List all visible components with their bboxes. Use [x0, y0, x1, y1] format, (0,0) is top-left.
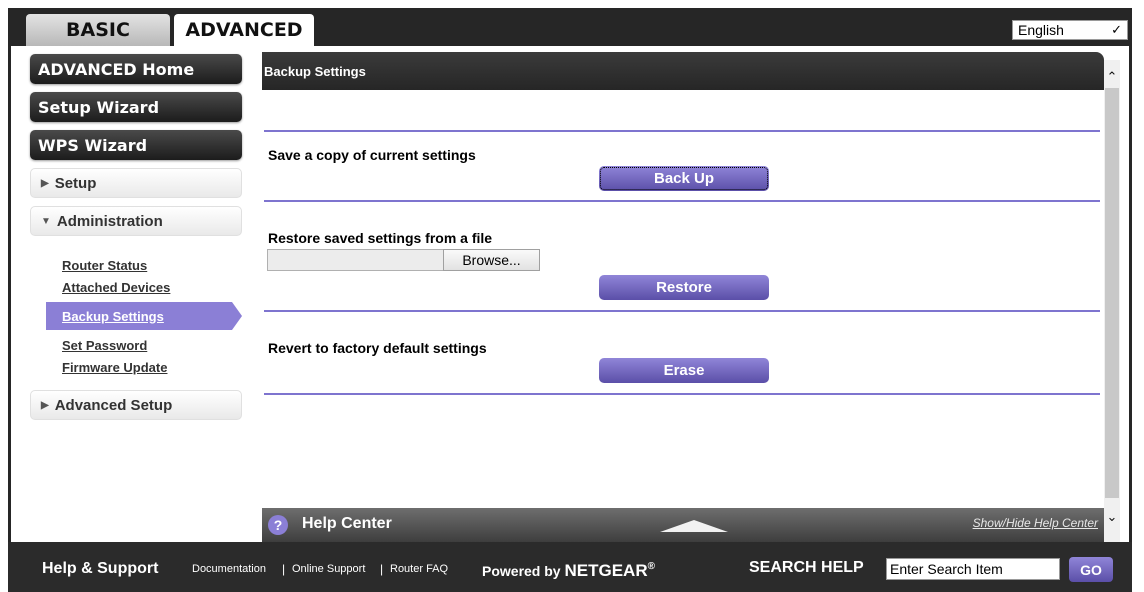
- erase-button[interactable]: Erase: [599, 358, 769, 383]
- restore-button[interactable]: Restore: [599, 275, 769, 300]
- sidebar-item-setup-wizard[interactable]: Setup Wizard: [30, 92, 242, 122]
- section-divider: [264, 310, 1100, 312]
- powered-by: Powered by NETGEAR®: [482, 561, 655, 581]
- sidebar-item-advanced-home[interactable]: ADVANCED Home: [30, 54, 242, 84]
- help-icon[interactable]: ?: [268, 515, 288, 535]
- language-select[interactable]: English ✓: [1012, 20, 1128, 40]
- sidebar-item-setup[interactable]: ▶ Setup: [30, 168, 242, 198]
- brand-name: NETGEAR: [564, 561, 648, 580]
- sidebar-item-label: Advanced Setup: [54, 396, 173, 414]
- registered-mark: ®: [647, 561, 655, 572]
- panel-header: Backup Settings: [262, 52, 1104, 90]
- go-button[interactable]: GO: [1069, 557, 1113, 582]
- scroll-down-icon[interactable]: ⌄: [1105, 508, 1119, 526]
- footer-link-documentation[interactable]: Documentation: [192, 563, 266, 575]
- section-divider: [264, 130, 1100, 132]
- backup-label: Save a copy of current settings: [268, 147, 476, 163]
- footer-link-router-faq[interactable]: Router FAQ: [390, 563, 448, 575]
- search-input[interactable]: [886, 558, 1060, 580]
- help-center-title: Help Center: [302, 515, 392, 532]
- section-divider: [264, 200, 1100, 202]
- footer-title: Help & Support: [42, 560, 159, 577]
- sidebar-item-label: Setup: [54, 174, 97, 192]
- help-expand-icon[interactable]: [660, 520, 728, 532]
- language-value: English: [1018, 22, 1064, 38]
- show-hide-help-link[interactable]: Show/Hide Help Center: [973, 516, 1098, 530]
- chevron-down-icon: ✓: [1111, 22, 1122, 37]
- page-title: Backup Settings: [264, 63, 366, 79]
- footer-divider: |: [380, 562, 384, 576]
- restore-label: Restore saved settings from a file: [268, 230, 493, 246]
- sidebar-item-administration[interactable]: ▼ Administration: [30, 206, 242, 236]
- sidebar-link-attached-devices[interactable]: Attached Devices: [62, 280, 170, 295]
- expand-arrow-icon: ▶: [41, 177, 49, 189]
- sidebar-link-router-status[interactable]: Router Status: [62, 258, 147, 273]
- tab-advanced[interactable]: ADVANCED: [174, 14, 314, 46]
- expand-arrow-icon: ▶: [41, 399, 49, 411]
- scroll-up-icon[interactable]: ⌃: [1105, 68, 1119, 86]
- sidebar-link-firmware-update[interactable]: Firmware Update: [62, 360, 167, 375]
- scrollbar-thumb[interactable]: [1105, 88, 1119, 498]
- erase-label: Revert to factory default settings: [268, 340, 487, 356]
- sidebar-item-wps-wizard[interactable]: WPS Wizard: [30, 130, 242, 160]
- sidebar-link-backup-settings[interactable]: Backup Settings: [46, 302, 242, 330]
- powered-by-label: Powered by: [482, 563, 561, 579]
- footer-divider: |: [282, 562, 286, 576]
- restore-file-field[interactable]: [267, 249, 444, 271]
- footer-link-online-support[interactable]: Online Support: [292, 563, 365, 575]
- sidebar-link-set-password[interactable]: Set Password: [62, 338, 147, 353]
- tab-basic[interactable]: BASIC: [26, 14, 170, 46]
- back-up-button[interactable]: Back Up: [599, 166, 769, 191]
- search-help-label: SEARCH HELP: [749, 559, 864, 576]
- browse-button[interactable]: Browse...: [443, 249, 540, 271]
- sidebar-item-advanced-setup[interactable]: ▶ Advanced Setup: [30, 390, 242, 420]
- collapse-arrow-icon: ▼: [41, 215, 51, 227]
- section-divider: [264, 393, 1100, 395]
- sidebar-item-label: Administration: [56, 212, 163, 230]
